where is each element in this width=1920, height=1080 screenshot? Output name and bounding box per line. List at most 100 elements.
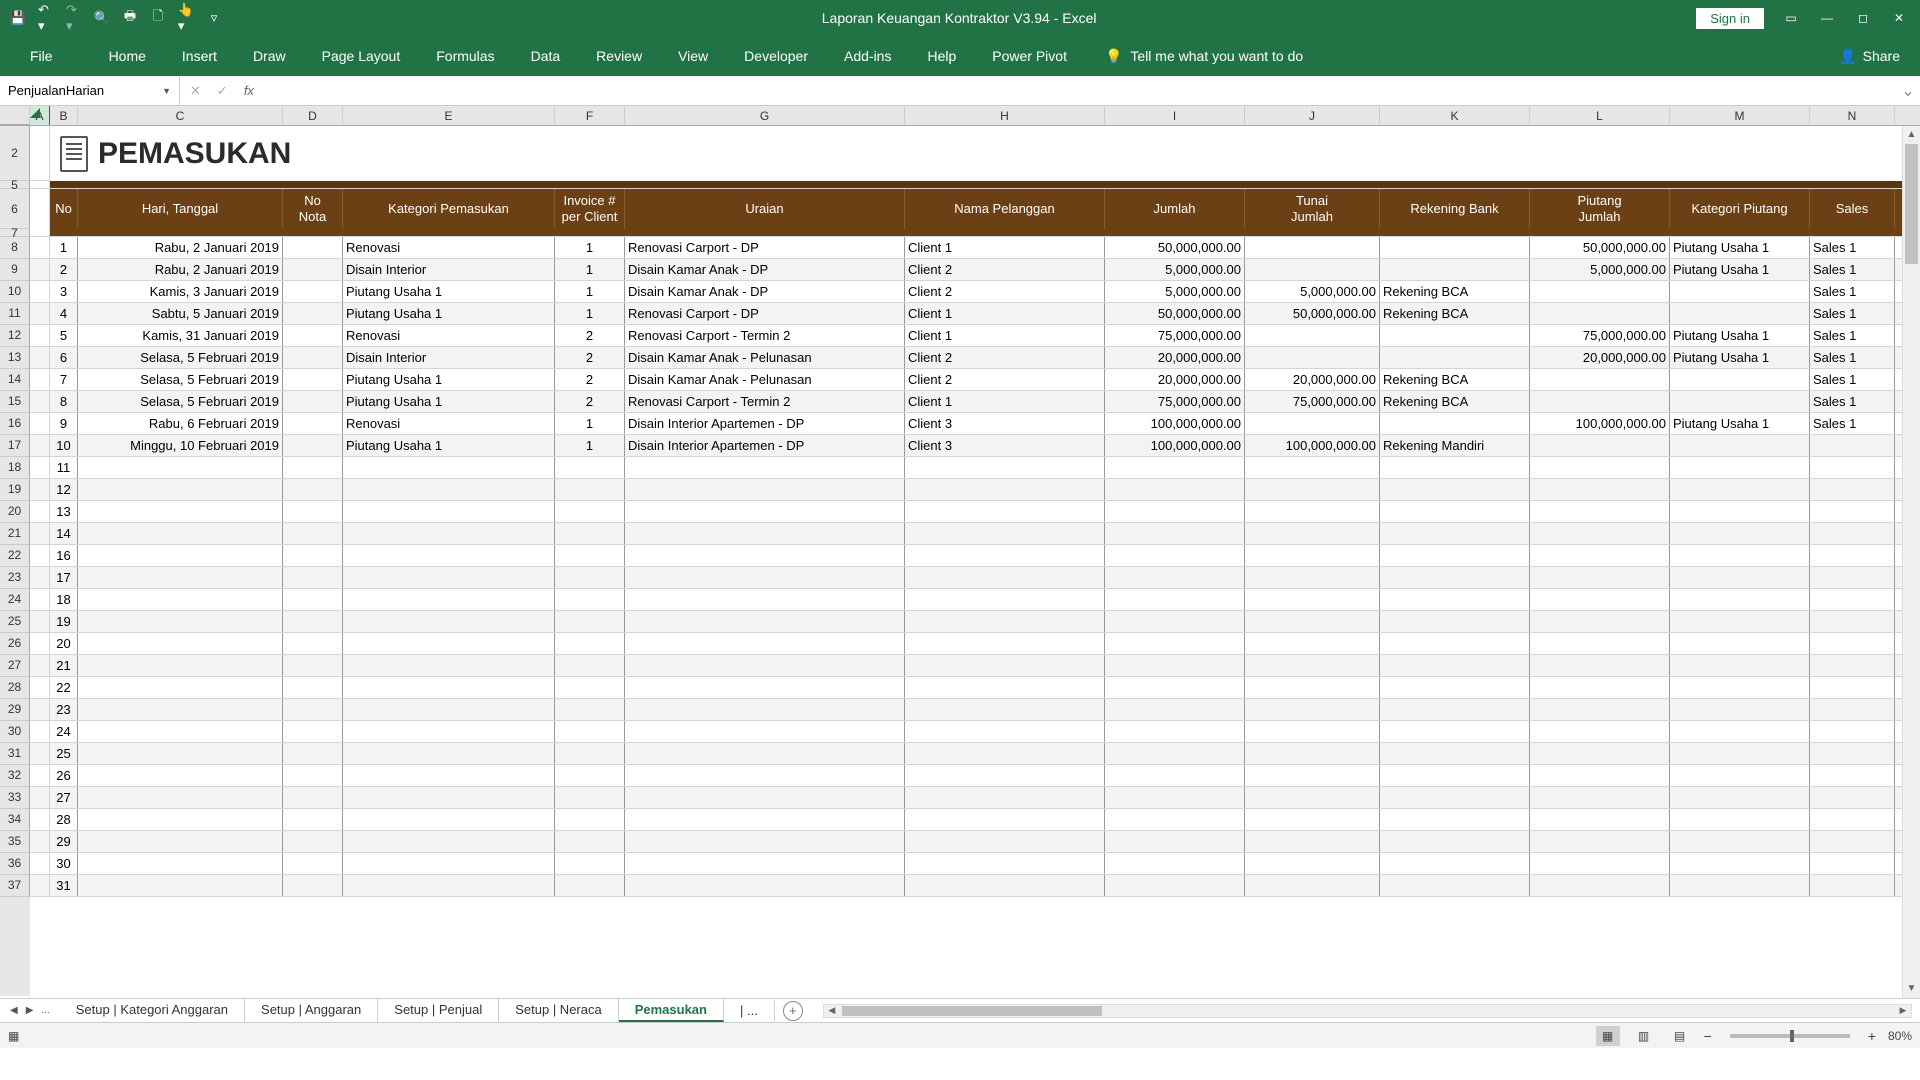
table-row[interactable]: 14 <box>30 523 1920 545</box>
redo-icon[interactable]: ↷ ▾ <box>66 10 82 26</box>
table-row[interactable]: 28 <box>30 809 1920 831</box>
tab-file[interactable]: File <box>12 38 71 74</box>
row-header[interactable]: 5 <box>0 181 30 189</box>
maximize-icon[interactable]: ◻ <box>1854 9 1872 27</box>
sheet-tab[interactable]: Setup | Neraca <box>499 999 618 1022</box>
row-header[interactable]: 9 <box>0 259 30 281</box>
sign-in-button[interactable]: Sign in <box>1696 8 1764 29</box>
table-row[interactable]: 2Rabu, 2 Januari 2019Disain Interior1Dis… <box>30 259 1920 281</box>
table-row[interactable]: 29 <box>30 831 1920 853</box>
table-row[interactable]: 5Kamis, 31 Januari 2019Renovasi2Renovasi… <box>30 325 1920 347</box>
table-row[interactable]: 10Minggu, 10 Februari 2019Piutang Usaha … <box>30 435 1920 457</box>
row-header[interactable]: 24 <box>0 589 30 611</box>
print-preview-icon[interactable]: 🔍 <box>94 10 110 26</box>
zoom-in-button[interactable]: + <box>1868 1028 1876 1044</box>
col-header-K[interactable]: K <box>1380 106 1530 125</box>
table-row[interactable]: 9Rabu, 6 Februari 2019Renovasi1Disain In… <box>30 413 1920 435</box>
scroll-up-icon[interactable]: ▲ <box>1903 126 1920 144</box>
page-break-view-icon[interactable]: ▤ <box>1668 1026 1692 1046</box>
select-all-corner[interactable] <box>0 106 30 125</box>
row-header[interactable]: 19 <box>0 479 30 501</box>
macro-record-icon[interactable]: ▦ <box>8 1029 28 1043</box>
row-header[interactable]: 11 <box>0 303 30 325</box>
table-row[interactable]: 24 <box>30 721 1920 743</box>
zoom-out-button[interactable]: − <box>1704 1028 1712 1044</box>
sheet-tab[interactable]: Setup | Penjual <box>378 999 499 1022</box>
row-header[interactable]: 32 <box>0 765 30 787</box>
tab-power-pivot[interactable]: Power Pivot <box>974 38 1085 74</box>
tab-more-icon[interactable]: ... <box>41 1005 49 1016</box>
row-header[interactable]: 36 <box>0 853 30 875</box>
col-header-L[interactable]: L <box>1530 106 1670 125</box>
normal-view-icon[interactable]: ▦ <box>1596 1026 1620 1046</box>
row-header[interactable]: 30 <box>0 721 30 743</box>
tab-next-icon[interactable]: ▶ <box>26 1005 34 1016</box>
row-header[interactable]: 37 <box>0 875 30 897</box>
table-row[interactable]: 20 <box>30 633 1920 655</box>
sheet-tab[interactable]: Setup | Anggaran <box>245 999 378 1022</box>
row-header[interactable]: 6 <box>0 189 30 229</box>
row-header[interactable]: 28 <box>0 677 30 699</box>
row-header[interactable]: 2 <box>0 126 30 181</box>
col-header-A[interactable]: A <box>30 106 50 125</box>
col-header-N[interactable]: N <box>1810 106 1895 125</box>
name-box[interactable]: PenjualanHarian ▼ <box>0 77 180 105</box>
row-header[interactable]: 23 <box>0 567 30 589</box>
col-header-F[interactable]: F <box>555 106 625 125</box>
touch-mode-icon[interactable]: 👆▾ <box>178 10 194 26</box>
enter-formula-icon[interactable]: ✓ <box>217 83 228 99</box>
sheet-tab[interactable]: Pemasukan <box>619 999 724 1022</box>
expand-formula-bar-icon[interactable]: ⌄ <box>1896 81 1920 101</box>
quick-print-icon[interactable]: 🖶 <box>122 10 138 26</box>
table-row[interactable]: 6Selasa, 5 Februari 2019Disain Interior2… <box>30 347 1920 369</box>
table-row[interactable]: 26 <box>30 765 1920 787</box>
table-row[interactable]: 30 <box>30 853 1920 875</box>
fx-icon[interactable]: fx <box>244 83 254 99</box>
tab-formulas[interactable]: Formulas <box>418 38 512 74</box>
tab-prev-icon[interactable]: ◀ <box>10 1005 18 1016</box>
tab-help[interactable]: Help <box>909 38 974 74</box>
vertical-scrollbar[interactable]: ▲ ▼ <box>1902 126 1920 998</box>
row-header[interactable]: 35 <box>0 831 30 853</box>
table-row[interactable]: 18 <box>30 589 1920 611</box>
row-header[interactable]: 31 <box>0 743 30 765</box>
col-header-J[interactable]: J <box>1245 106 1380 125</box>
zoom-slider[interactable] <box>1730 1034 1850 1038</box>
horizontal-scrollbar[interactable]: ◀ ▶ <box>823 1004 1912 1018</box>
row-header[interactable]: 8 <box>0 237 30 259</box>
page-layout-view-icon[interactable]: ▥ <box>1632 1026 1656 1046</box>
undo-icon[interactable]: ↶ ▾ <box>38 10 54 26</box>
table-row[interactable]: 11 <box>30 457 1920 479</box>
table-row[interactable]: 8Selasa, 5 Februari 2019Piutang Usaha 12… <box>30 391 1920 413</box>
row-header[interactable]: 27 <box>0 655 30 677</box>
table-row[interactable]: 17 <box>30 567 1920 589</box>
cancel-formula-icon[interactable]: ✕ <box>190 83 201 99</box>
tab-add-ins[interactable]: Add-ins <box>826 38 909 74</box>
row-header[interactable]: 22 <box>0 545 30 567</box>
row-header[interactable]: 12 <box>0 325 30 347</box>
table-row[interactable]: 1Rabu, 2 Januari 2019Renovasi1Renovasi C… <box>30 237 1920 259</box>
row-header[interactable]: 15 <box>0 391 30 413</box>
row-header[interactable]: 20 <box>0 501 30 523</box>
row-header[interactable]: 16 <box>0 413 30 435</box>
col-header-G[interactable]: G <box>625 106 905 125</box>
row-header[interactable]: 10 <box>0 281 30 303</box>
tab-developer[interactable]: Developer <box>726 38 826 74</box>
col-header-D[interactable]: D <box>283 106 343 125</box>
share-button[interactable]: 👤 Share <box>1839 48 1900 65</box>
tab-review[interactable]: Review <box>578 38 660 74</box>
col-header-B[interactable]: B <box>50 106 78 125</box>
row-header[interactable]: 29 <box>0 699 30 721</box>
col-header-I[interactable]: I <box>1105 106 1245 125</box>
scroll-thumb[interactable] <box>1905 144 1918 264</box>
minimize-icon[interactable]: — <box>1818 9 1836 27</box>
table-row[interactable]: 19 <box>30 611 1920 633</box>
sheet-tab[interactable]: Setup | Kategori Anggaran <box>60 999 245 1022</box>
row-header[interactable]: 18 <box>0 457 30 479</box>
tab-draw[interactable]: Draw <box>235 38 304 74</box>
table-row[interactable]: 3Kamis, 3 Januari 2019Piutang Usaha 11Di… <box>30 281 1920 303</box>
table-row[interactable]: 27 <box>30 787 1920 809</box>
col-header-C[interactable]: C <box>78 106 283 125</box>
scroll-down-icon[interactable]: ▼ <box>1903 980 1920 998</box>
row-header[interactable]: 13 <box>0 347 30 369</box>
